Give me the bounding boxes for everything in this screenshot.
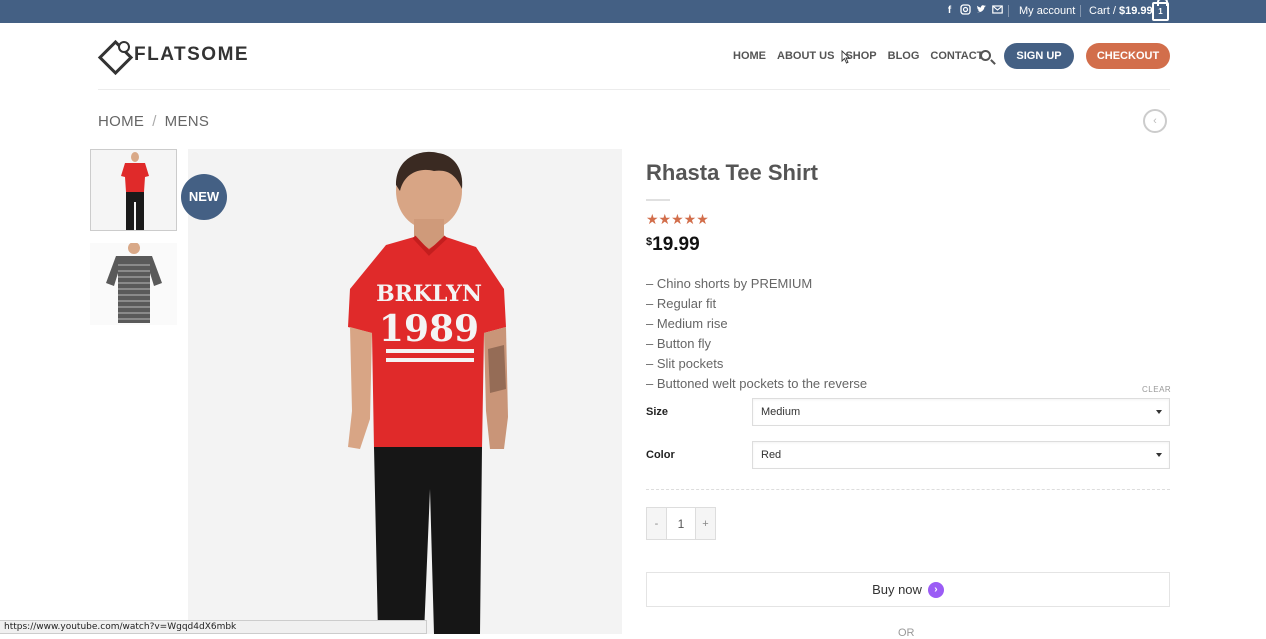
or-separator: OR — [898, 627, 915, 639]
thumbnail-red-shirt-image — [91, 150, 176, 230]
model-red-tshirt-image: BRKLYN 1989 — [188, 149, 622, 634]
nav-home[interactable]: HOME — [733, 50, 766, 62]
caret-down-icon — [1156, 410, 1162, 414]
main-product-image[interactable]: BRKLYN 1989 — [188, 149, 622, 634]
price-currency: $ — [646, 236, 653, 248]
logo-mark-icon — [98, 40, 130, 70]
chevron-left-icon: ‹ — [1153, 115, 1157, 127]
top-bar: f My account Cart / $19.99 1 — [0, 0, 1266, 23]
search-icon[interactable] — [980, 50, 991, 61]
social-icons: f — [944, 4, 1003, 17]
color-select-value: Red — [761, 449, 782, 461]
price-amount: 19.99 — [652, 234, 700, 255]
description-item: – Buttoned welt pockets to the reverse — [646, 376, 868, 391]
checkout-button[interactable]: CHECKOUT — [1086, 43, 1170, 69]
cart-count: 1 — [1158, 7, 1163, 16]
instagram-icon[interactable] — [960, 4, 971, 17]
color-label: Color — [646, 449, 675, 461]
cart-link[interactable]: Cart / $19.99 — [1089, 5, 1153, 17]
clear-variations-link[interactable]: CLEAR — [1142, 385, 1171, 394]
quantity-stepper: - 1 + — [646, 507, 716, 540]
buy-now-label: Buy now — [872, 582, 922, 597]
sign-up-button[interactable]: SIGN UP — [1004, 43, 1074, 69]
caret-down-icon — [1156, 453, 1162, 457]
topbar-divider — [1080, 5, 1081, 17]
description-item: – Button fly — [646, 336, 712, 351]
breadcrumb: HOME / MENS — [98, 113, 209, 130]
description-item: – Chino shorts by PREMIUM — [646, 276, 813, 291]
email-icon[interactable] — [992, 4, 1003, 17]
quantity-minus-button[interactable]: - — [647, 508, 666, 539]
cart-label: Cart / — [1089, 5, 1116, 17]
quantity-plus-button[interactable]: + — [696, 508, 715, 539]
product-price: $19.99 — [646, 234, 700, 256]
browser-status-url: https://www.youtube.com/watch?v=Wgqd4dX6… — [0, 620, 427, 634]
header-divider — [98, 89, 1170, 90]
nav-contact[interactable]: CONTACT — [930, 50, 983, 62]
quantity-input[interactable]: 1 — [666, 508, 696, 539]
thumbnail-grey-shirt[interactable] — [90, 243, 177, 325]
topbar-divider — [1008, 5, 1009, 17]
shirt-print-brklyn: BRKLYN — [376, 281, 482, 307]
my-account-link[interactable]: My account — [1019, 5, 1075, 17]
product-description: – Chino shorts by PREMIUM – Regular fit … — [646, 274, 867, 394]
description-item: – Slit pockets — [646, 356, 724, 371]
cart-bag-icon[interactable]: 1 — [1152, 0, 1169, 21]
site-logo[interactable]: FLATSOME — [98, 40, 249, 70]
nav-blog[interactable]: BLOG — [888, 50, 920, 62]
size-select-value: Medium — [761, 406, 801, 418]
previous-product-button[interactable]: ‹ — [1143, 109, 1167, 133]
color-select[interactable]: Red — [752, 441, 1170, 469]
breadcrumb-home[interactable]: HOME — [98, 113, 144, 130]
new-badge: NEW — [181, 174, 227, 220]
size-select[interactable]: Medium — [752, 398, 1170, 426]
cart-total: $19.99 — [1118, 5, 1153, 17]
buy-now-button[interactable]: Buy now › — [646, 572, 1170, 607]
mouse-cursor-icon — [841, 50, 851, 64]
thumbnail-red-shirt[interactable] — [90, 149, 177, 231]
size-label: Size — [646, 406, 669, 418]
variations-divider — [646, 489, 1170, 490]
breadcrumb-current[interactable]: MENS — [165, 113, 210, 130]
thumbnail-grey-shirt-image — [90, 243, 177, 325]
description-item: – Regular fit — [646, 296, 717, 311]
main-nav: HOME ABOUT US SHOP BLOG CONTACT — [733, 50, 994, 62]
buy-now-arrow-icon: › — [927, 581, 944, 598]
title-divider — [646, 199, 670, 201]
description-item: – Medium rise — [646, 316, 728, 331]
breadcrumb-separator: / — [152, 113, 157, 130]
rating-stars-icon[interactable]: ★★★★★ — [646, 211, 709, 228]
product-title: Rhasta Tee Shirt — [646, 160, 818, 185]
twitter-icon[interactable] — [976, 4, 987, 17]
shirt-print-year: 1989 — [379, 308, 479, 350]
nav-about-us[interactable]: ABOUT US — [777, 50, 834, 62]
logo-text: FLATSOME — [134, 44, 250, 65]
facebook-icon[interactable]: f — [944, 4, 955, 17]
